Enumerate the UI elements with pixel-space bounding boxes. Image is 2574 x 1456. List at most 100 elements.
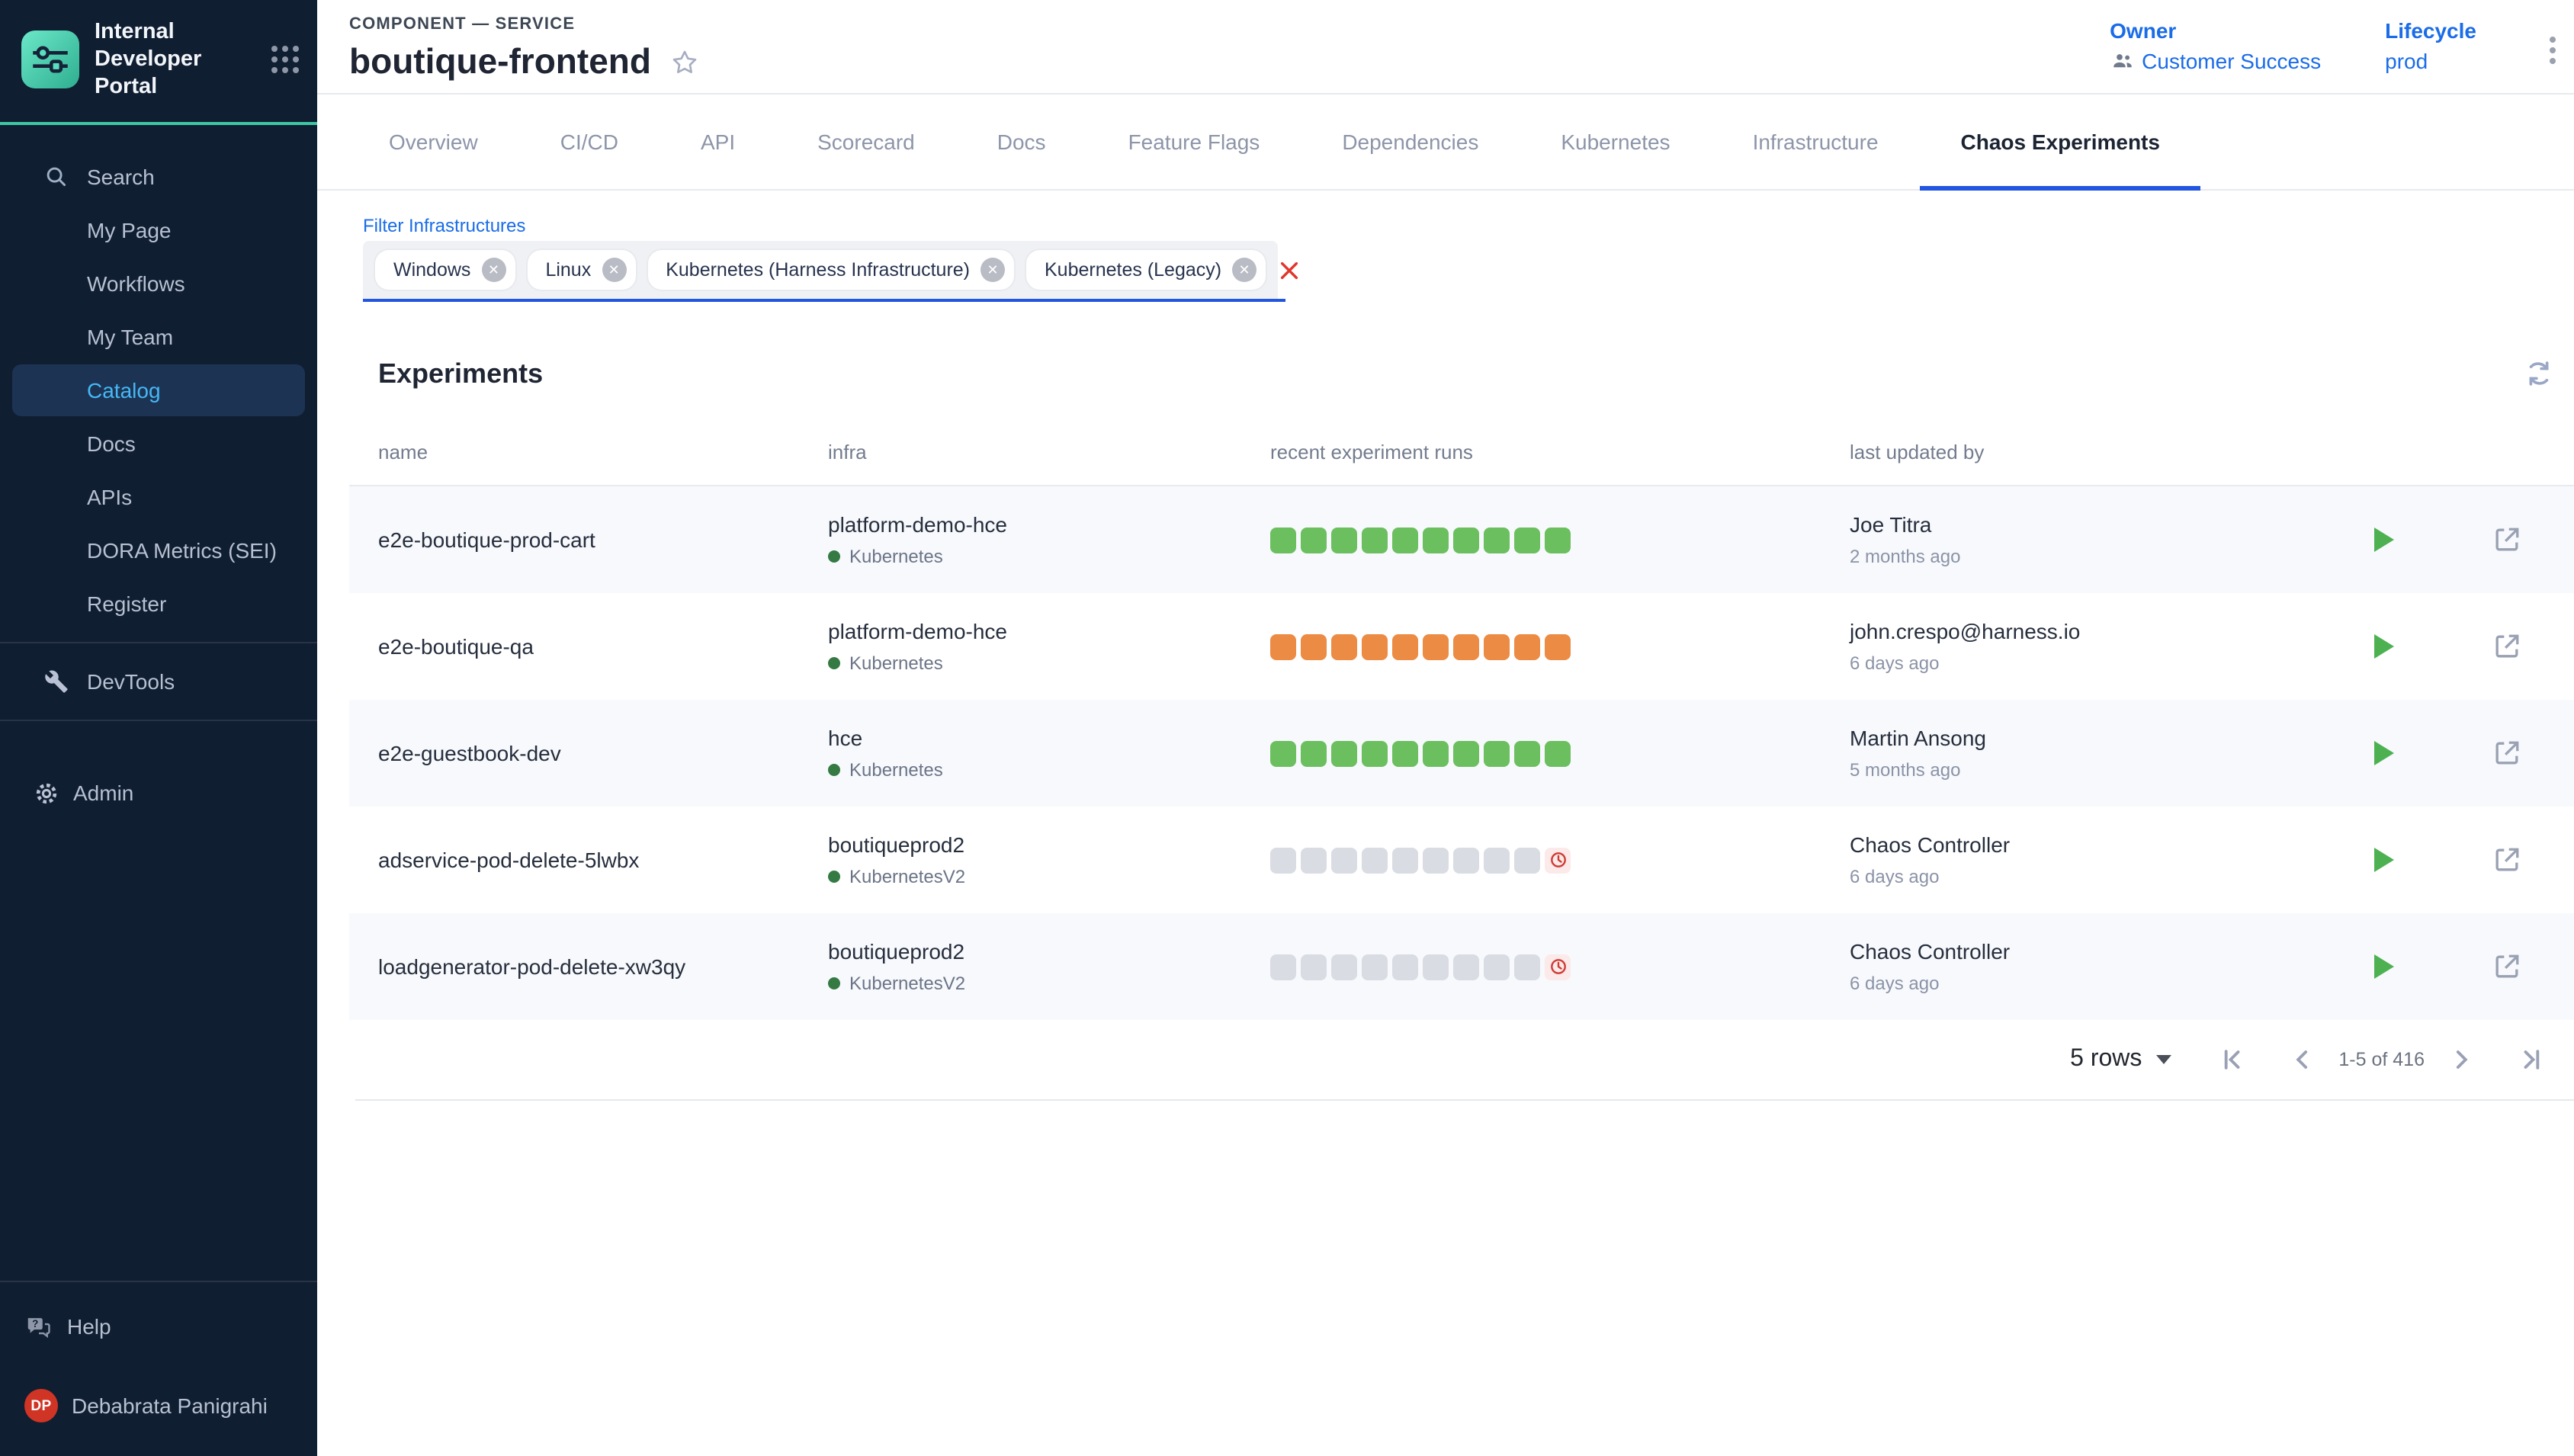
sidebar-item-my-team[interactable]: My Team	[12, 312, 305, 364]
filter-chipbox[interactable]: Windows ✕ Linux ✕ Kubernetes (Harness In…	[363, 241, 1278, 299]
owner-link[interactable]: Customer Success	[2110, 49, 2321, 73]
sidebar: Internal Developer Portal Search My Page…	[0, 0, 317, 1456]
app-logo-icon	[21, 30, 79, 88]
help-button[interactable]: ? Help	[0, 1300, 317, 1352]
sidebar-item-label: Register	[87, 592, 166, 617]
updated-by: Chaos Controller	[1850, 832, 2304, 857]
column-header-last-updated: last updated by	[1821, 440, 2304, 463]
updated-when: 5 months ago	[1850, 759, 2304, 781]
sidebar-item-admin[interactable]: Admin	[0, 768, 317, 819]
open-experiment-icon[interactable]	[2490, 950, 2524, 983]
run-pending-square	[1362, 847, 1388, 873]
updated-by: Joe Titra	[1850, 512, 2304, 537]
sidebar-nav: Search My Page Workflows My Team Catalog…	[0, 150, 317, 734]
user-menu[interactable]: DP Debabrata Panigrahi	[0, 1380, 317, 1432]
tab-kubernetes[interactable]: Kubernetes	[1520, 95, 1711, 189]
chip-remove-icon[interactable]: ✕	[481, 258, 505, 282]
updated-when: 6 days ago	[1850, 866, 2304, 887]
tab-overview[interactable]: Overview	[348, 95, 519, 189]
sidebar-item-register[interactable]: Register	[12, 579, 305, 630]
run-experiment-button[interactable]	[2374, 741, 2394, 765]
open-experiment-icon[interactable]	[2490, 736, 2524, 770]
last-page-icon[interactable]	[2510, 1038, 2553, 1081]
run-passed-square	[1362, 527, 1388, 553]
chip-remove-icon[interactable]: ✕	[980, 258, 1005, 282]
entity-tabs: Overview CI/CD API Scorecard Docs Featur…	[317, 95, 2574, 191]
run-experiment-button[interactable]	[2374, 848, 2394, 872]
experiment-row[interactable]: adservice-pod-delete-5lwbx boutiqueprod2…	[349, 807, 2574, 913]
infra-type: Kubernetes	[849, 653, 943, 674]
tab-infrastructure[interactable]: Infrastructure	[1712, 95, 1920, 189]
tab-feature-flags[interactable]: Feature Flags	[1087, 95, 1301, 189]
experiment-name: e2e-boutique-qa	[349, 634, 799, 659]
sidebar-item-workflows[interactable]: Workflows	[12, 258, 305, 310]
run-experiment-button[interactable]	[2374, 528, 2394, 552]
experiment-row[interactable]: e2e-boutique-prod-cart platform-demo-hce…	[349, 486, 2574, 593]
run-passed-square	[1301, 740, 1327, 766]
recent-runs-strip	[1270, 527, 1821, 553]
run-experiment-button[interactable]	[2374, 954, 2394, 979]
run-experiment-button[interactable]	[2374, 634, 2394, 659]
sidebar-item-devtools[interactable]: DevTools	[12, 656, 305, 708]
sidebar-divider	[0, 643, 317, 644]
infra-status-dot	[828, 657, 840, 669]
next-page-icon[interactable]	[2440, 1038, 2483, 1081]
run-passed-square	[1270, 527, 1296, 553]
column-header-infra: infra	[799, 440, 1241, 463]
gear-icon	[30, 781, 61, 807]
tab-api[interactable]: API	[660, 95, 776, 189]
previous-page-icon[interactable]	[2280, 1038, 2323, 1081]
sidebar-item-search[interactable]: Search	[12, 152, 305, 204]
run-passed-square	[1331, 740, 1357, 766]
owner-block: Owner Customer Success	[2110, 18, 2321, 73]
favorite-star-icon[interactable]	[669, 47, 700, 77]
chip-remove-icon[interactable]: ✕	[1232, 258, 1257, 282]
run-queued-square	[1545, 847, 1571, 873]
filter-input[interactable]: Windows ✕ Linux ✕ Kubernetes (Harness In…	[363, 241, 1285, 302]
breadcrumb: COMPONENT — SERVICE	[349, 15, 700, 34]
filter-chip: Kubernetes (Harness Infrastructure) ✕	[647, 250, 1014, 290]
infra-type: Kubernetes	[849, 759, 943, 781]
help-chat-icon: ?	[24, 1312, 53, 1341]
open-experiment-icon[interactable]	[2490, 523, 2524, 556]
app-switcher-icon[interactable]	[268, 43, 302, 76]
experiment-row[interactable]: e2e-boutique-qa platform-demo-hce Kubern…	[349, 593, 2574, 700]
lifecycle-value: prod	[2385, 49, 2476, 73]
filter-chip: Kubernetes (Legacy) ✕	[1026, 250, 1266, 290]
open-experiment-icon[interactable]	[2490, 843, 2524, 877]
sidebar-item-catalog[interactable]: Catalog	[12, 365, 305, 417]
run-failed-square	[1331, 633, 1357, 659]
first-page-icon[interactable]	[2210, 1038, 2253, 1081]
pagination-divider	[355, 1099, 2574, 1101]
clear-filter-icon[interactable]	[1278, 241, 1301, 299]
owner-label: Owner	[2110, 18, 2321, 43]
tab-cicd[interactable]: CI/CD	[519, 95, 660, 189]
run-pending-square	[1301, 847, 1327, 873]
run-passed-square	[1453, 527, 1479, 553]
tab-dependencies[interactable]: Dependencies	[1301, 95, 1520, 189]
experiment-row[interactable]: loadgenerator-pod-delete-xw3qy boutiquep…	[349, 913, 2574, 1020]
entity-heading: COMPONENT — SERVICE boutique-frontend	[349, 0, 700, 82]
table-body: e2e-boutique-prod-cart platform-demo-hce…	[349, 486, 2574, 1020]
open-experiment-icon[interactable]	[2490, 630, 2524, 663]
run-failed-square	[1270, 633, 1296, 659]
run-pending-square	[1453, 847, 1479, 873]
rows-per-page-select[interactable]: 5 rows	[2070, 1046, 2171, 1073]
chip-remove-icon[interactable]: ✕	[602, 258, 626, 282]
tab-scorecard[interactable]: Scorecard	[776, 95, 956, 189]
sidebar-item-label: DevTools	[87, 670, 175, 694]
sidebar-item-apis[interactable]: APIs	[12, 472, 305, 524]
kebab-menu-icon[interactable]	[2540, 30, 2565, 69]
experiment-row[interactable]: e2e-guestbook-dev hce Kubernetes Martin …	[349, 700, 2574, 807]
infra-type: KubernetesV2	[849, 866, 965, 887]
search-icon	[40, 165, 73, 190]
tab-chaos-experiments[interactable]: Chaos Experiments	[1920, 95, 2201, 189]
sidebar-item-my-page[interactable]: My Page	[12, 205, 305, 257]
lifecycle-block: Lifecycle prod	[2385, 18, 2476, 73]
infra-name: boutiqueprod2	[828, 939, 1241, 964]
tab-docs[interactable]: Docs	[956, 95, 1087, 189]
sidebar-item-docs[interactable]: Docs	[12, 419, 305, 470]
pagination: 5 rows 1-5 of 416	[349, 1020, 2574, 1099]
sidebar-item-dora-metrics[interactable]: DORA Metrics (SEI)	[12, 525, 305, 577]
refresh-icon[interactable]	[2522, 357, 2556, 390]
